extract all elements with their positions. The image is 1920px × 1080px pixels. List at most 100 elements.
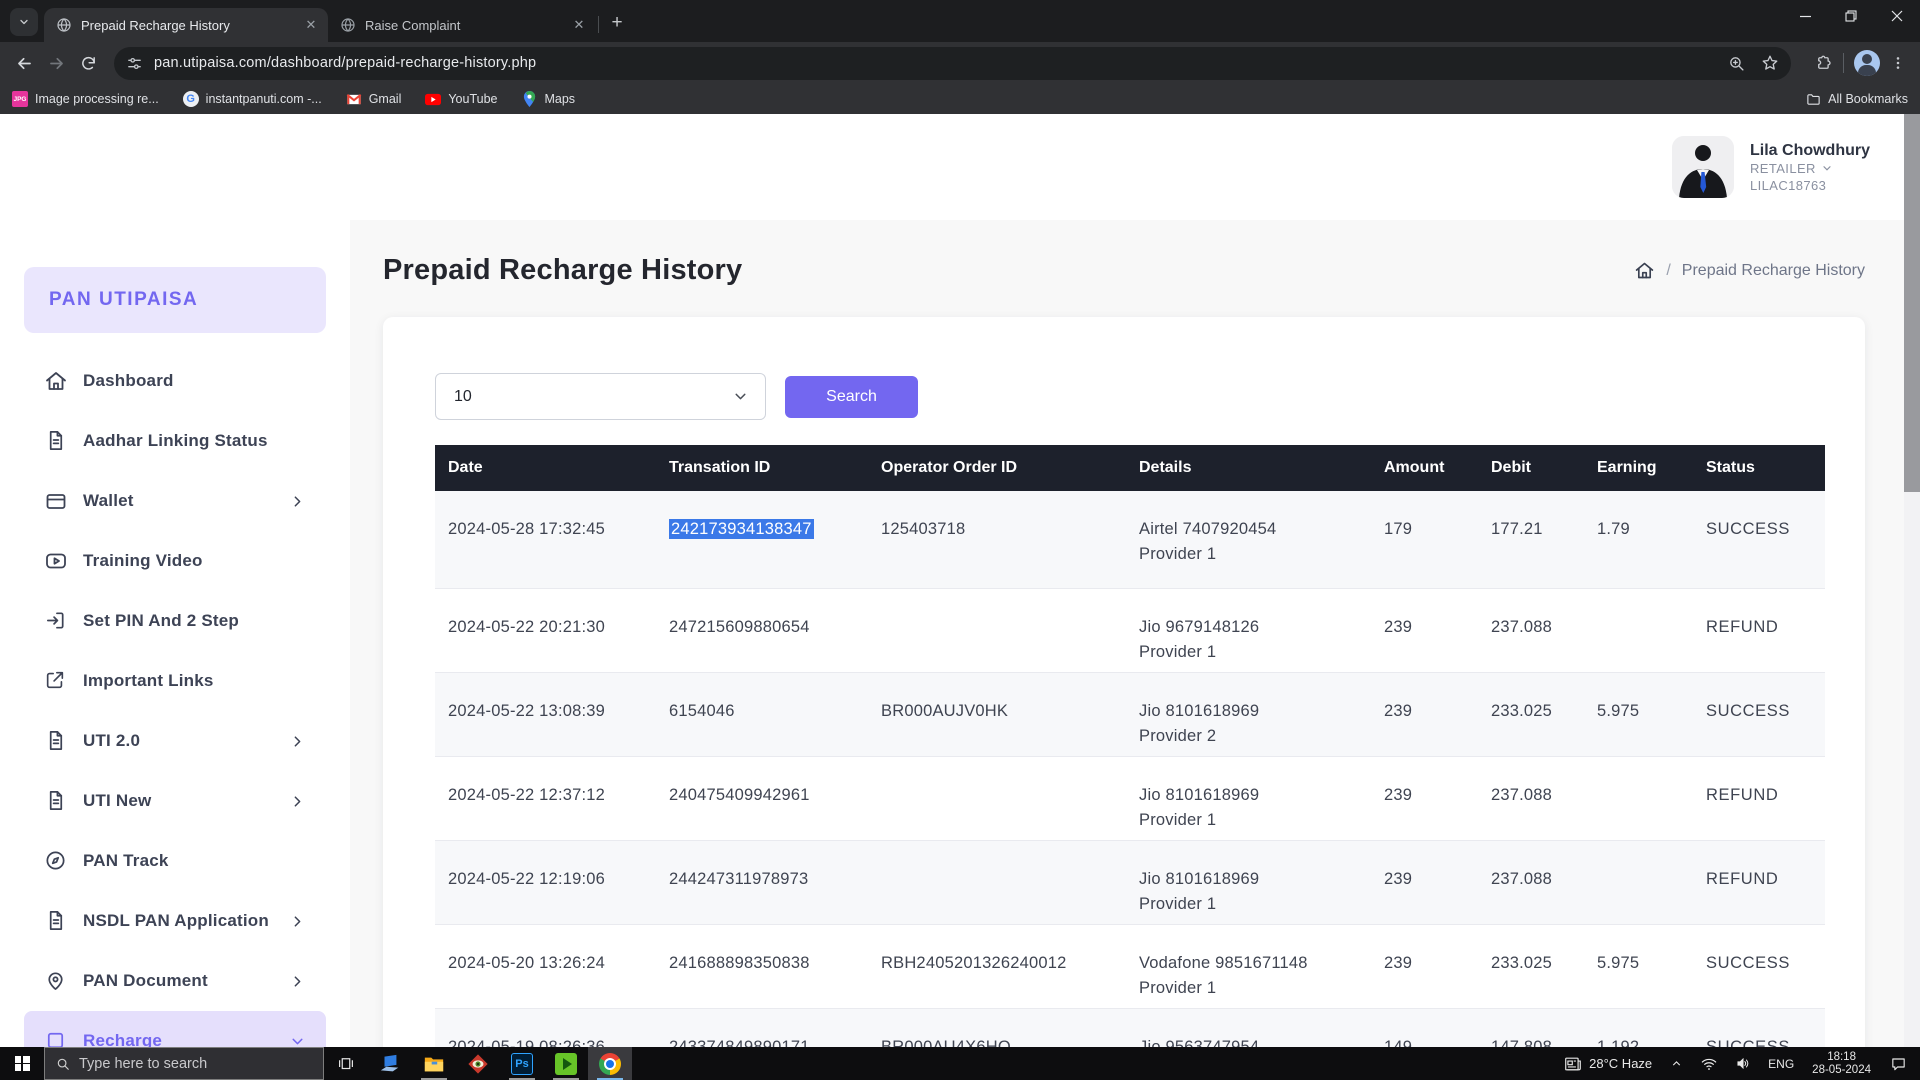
sidebar-item-pan-track[interactable]: PAN Track [24, 831, 326, 891]
home-icon[interactable] [1634, 260, 1655, 281]
browser-menu-icon[interactable] [1890, 55, 1906, 71]
cell-debit: 237.088 [1491, 841, 1597, 924]
breadcrumb: / Prepaid Recharge History [1634, 260, 1865, 281]
column-header-date: Date [435, 459, 669, 477]
gmail-icon [346, 91, 362, 107]
tab-close-icon[interactable]: ✕ [570, 16, 588, 34]
site-settings-icon[interactable] [126, 55, 143, 72]
app-file-explorer-icon[interactable] [412, 1047, 456, 1080]
bookmark-star-icon[interactable] [1761, 54, 1779, 72]
sidebar-item-label: Aadhar Linking Status [83, 431, 268, 451]
extlink-icon [44, 669, 68, 693]
cell-transaction-id: 244247311978973 [669, 841, 881, 924]
extensions-icon[interactable] [1815, 54, 1833, 72]
brand-logo[interactable]: PAN UTIPAISA [24, 267, 326, 333]
doc-icon [44, 789, 68, 813]
sidebar-item-label: PAN Document [83, 971, 208, 991]
sidebar-item-nsdl-pan-application[interactable]: NSDL PAN Application [24, 891, 326, 951]
cell-date: 2024-05-22 12:37:12 [435, 757, 669, 840]
taskbar-search[interactable]: Type here to search [44, 1047, 324, 1080]
cell-status: REFUND [1706, 841, 1825, 924]
youtube-icon [425, 91, 441, 107]
bookmark-label: YouTube [448, 92, 497, 106]
sidebar-item-uti-2-0[interactable]: UTI 2.0 [24, 711, 326, 771]
sidebar-item-label: Set PIN And 2 Step [83, 611, 239, 631]
maps-icon [521, 91, 537, 107]
app-image-viewer-icon[interactable] [456, 1047, 500, 1080]
close-window-button[interactable] [1874, 0, 1920, 32]
search-button[interactable]: Search [785, 376, 918, 418]
app-chrome-icon[interactable] [588, 1047, 632, 1080]
tab-raise-complaint[interactable]: Raise Complaint ✕ [328, 8, 596, 42]
tray-chevron-up-icon[interactable] [1661, 1047, 1692, 1080]
doc-icon [44, 429, 68, 453]
tab-prepaid-recharge-history[interactable]: Prepaid Recharge History ✕ [44, 8, 328, 42]
sidebar-item-important-links[interactable]: Important Links [24, 651, 326, 711]
bookmark-youtube[interactable]: YouTube [425, 91, 497, 107]
user-profile[interactable]: Lila Chowdhury RETAILER LILAC18763 [1672, 136, 1870, 198]
sidebar-item-recharge[interactable]: Recharge [24, 1011, 326, 1047]
sidebar-item-aadhar-linking-status[interactable]: Aadhar Linking Status [24, 411, 326, 471]
new-tab-button[interactable]: + [603, 9, 631, 37]
cell-debit: 237.088 [1491, 757, 1597, 840]
start-button[interactable] [0, 1047, 44, 1080]
page-size-select[interactable]: 10 [435, 373, 766, 420]
scrollbar-thumb[interactable] [1904, 114, 1920, 492]
bookmark-image-processing-re[interactable]: JPGImage processing re... [12, 91, 159, 107]
notification-center-icon[interactable] [1881, 1047, 1920, 1080]
zoom-icon[interactable] [1728, 55, 1745, 72]
clock[interactable]: 18:18 28-05-2024 [1802, 1051, 1881, 1077]
cell-debit: 233.025 [1491, 673, 1597, 756]
back-icon[interactable] [8, 47, 40, 79]
tab-bar: Prepaid Recharge History ✕ Raise Complai… [0, 0, 1920, 42]
sidebar-item-label: Recharge [83, 1031, 162, 1047]
chevron-down-icon[interactable] [1821, 162, 1833, 174]
bookmark-maps[interactable]: Maps [521, 91, 575, 107]
forward-icon[interactable] [40, 47, 72, 79]
cell-amount: 239 [1384, 673, 1491, 756]
wifi-icon[interactable] [1692, 1047, 1726, 1080]
cell-operator-order-id: BR000AUJV0HK [881, 673, 1139, 756]
app-remote-desktop-icon[interactable] [368, 1047, 412, 1080]
globe-favicon-icon [56, 17, 72, 33]
task-view-button[interactable] [324, 1047, 368, 1080]
sidebar-item-label: Training Video [83, 551, 203, 571]
browser-profile-avatar[interactable] [1854, 50, 1880, 76]
sidebar-item-uti-new[interactable]: UTI New [24, 771, 326, 831]
sidebar-item-set-pin-and-2-step[interactable]: Set PIN And 2 Step [24, 591, 326, 651]
all-bookmarks-button[interactable]: All Bookmarks [1806, 92, 1908, 107]
url-bar[interactable]: pan.utipaisa.com/dashboard/prepaid-recha… [114, 47, 1791, 80]
page-scrollbar[interactable] [1904, 114, 1920, 1047]
cell-details: Jio 8101618969Provider 1 [1139, 757, 1384, 840]
table-row: 2024-05-22 20:21:30247215609880654Jio 96… [435, 589, 1825, 673]
app-photoshop-icon[interactable]: Ps [500, 1047, 544, 1080]
volume-icon[interactable] [1726, 1047, 1760, 1080]
history-card: 10 Search DateTransation IDOperator Orde… [383, 317, 1865, 1047]
cell-operator-order-id [881, 589, 1139, 672]
bookmark-gmail[interactable]: Gmail [346, 91, 402, 107]
square-icon [44, 1029, 68, 1047]
cell-date: 2024-05-22 12:19:06 [435, 841, 669, 924]
app-media-player-icon[interactable] [544, 1047, 588, 1080]
bookmark-instantpanuti-com[interactable]: Ginstantpanuti.com -... [183, 91, 322, 107]
reload-icon[interactable] [72, 47, 104, 79]
globe-favicon-icon [340, 17, 356, 33]
login-icon [44, 609, 68, 633]
table-row: 2024-05-28 17:32:45242173934138347125403… [435, 491, 1825, 589]
sidebar-item-dashboard[interactable]: Dashboard [24, 351, 326, 411]
date: 28-05-2024 [1812, 1064, 1871, 1077]
sidebar-item-pan-document[interactable]: PAN Document [24, 951, 326, 1011]
language-indicator[interactable]: ENG [1760, 1057, 1802, 1071]
cell-transaction-id: 247215609880654 [669, 589, 881, 672]
weather-widget[interactable]: 28°C Haze [1555, 1047, 1661, 1080]
tab-title: Prepaid Recharge History [81, 18, 302, 33]
tab-search-button[interactable] [10, 8, 38, 36]
restore-button[interactable] [1828, 0, 1874, 32]
minimize-button[interactable] [1782, 0, 1828, 32]
user-role: RETAILER [1750, 160, 1870, 177]
sidebar-item-training-video[interactable]: Training Video [24, 531, 326, 591]
sidebar-item-wallet[interactable]: Wallet [24, 471, 326, 531]
system-tray: 28°C Haze ENG 18:18 28-05-2024 [1555, 1047, 1920, 1080]
table-row: 2024-05-22 12:19:06244247311978973Jio 81… [435, 841, 1825, 925]
tab-close-icon[interactable]: ✕ [302, 16, 320, 34]
